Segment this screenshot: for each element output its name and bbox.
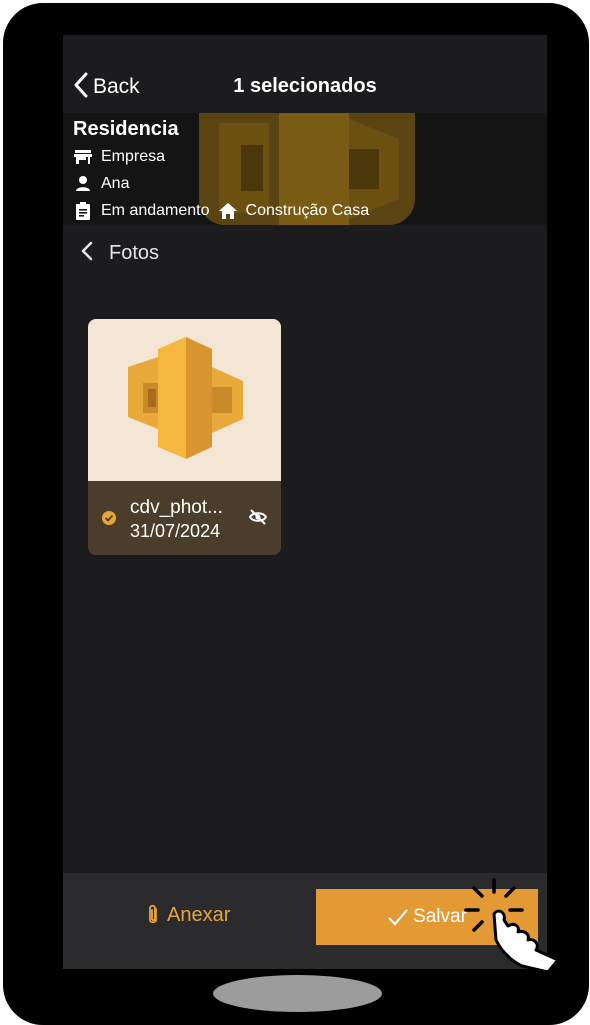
person-row: Ana bbox=[73, 174, 129, 194]
eye-off-icon[interactable] bbox=[248, 507, 268, 527]
pointer-hand-icon bbox=[462, 874, 562, 974]
fotos-back-link[interactable]: Fotos bbox=[81, 241, 159, 266]
category-label: Construção Casa bbox=[245, 202, 370, 219]
section-title: Fotos bbox=[109, 242, 160, 264]
status-row: Em andamento Construção Casa bbox=[73, 201, 369, 221]
photo-info: cdv_phot... 31/07/2024 bbox=[88, 481, 281, 555]
status-label: Em andamento bbox=[101, 202, 210, 219]
store-icon bbox=[73, 147, 93, 167]
photo-thumbnail bbox=[88, 319, 281, 481]
check-icon bbox=[387, 907, 409, 927]
home-icon bbox=[218, 201, 238, 221]
clipboard-icon bbox=[73, 201, 93, 221]
project-header: Residencia Empresa Ana Em andamento Cons… bbox=[63, 113, 547, 225]
check-icon bbox=[102, 511, 116, 525]
person-label: Ana bbox=[101, 175, 130, 192]
navbar: Back 1 selecionados bbox=[63, 35, 547, 113]
phone-frame: Back 1 selecionados Residencia Empresa A… bbox=[3, 3, 589, 1025]
paperclip-icon bbox=[145, 903, 161, 927]
attach-button[interactable]: Anexar bbox=[145, 903, 230, 927]
photo-name: cdv_phot... bbox=[130, 497, 223, 518]
project-name: Residencia bbox=[73, 118, 179, 140]
app-screen: Back 1 selecionados Residencia Empresa A… bbox=[63, 35, 547, 969]
page-title: 1 selecionados bbox=[233, 75, 377, 97]
attach-label: Anexar bbox=[167, 903, 231, 926]
chevron-left-icon bbox=[81, 241, 93, 266]
photo-date: 31/07/2024 bbox=[130, 521, 221, 541]
company-label: Empresa bbox=[101, 148, 166, 165]
person-icon bbox=[73, 174, 93, 194]
photo-card[interactable]: cdv_phot... 31/07/2024 bbox=[88, 319, 281, 555]
home-indicator bbox=[213, 975, 382, 1012]
save-label: Salvar bbox=[413, 906, 467, 927]
company-row: Empresa bbox=[73, 147, 165, 167]
